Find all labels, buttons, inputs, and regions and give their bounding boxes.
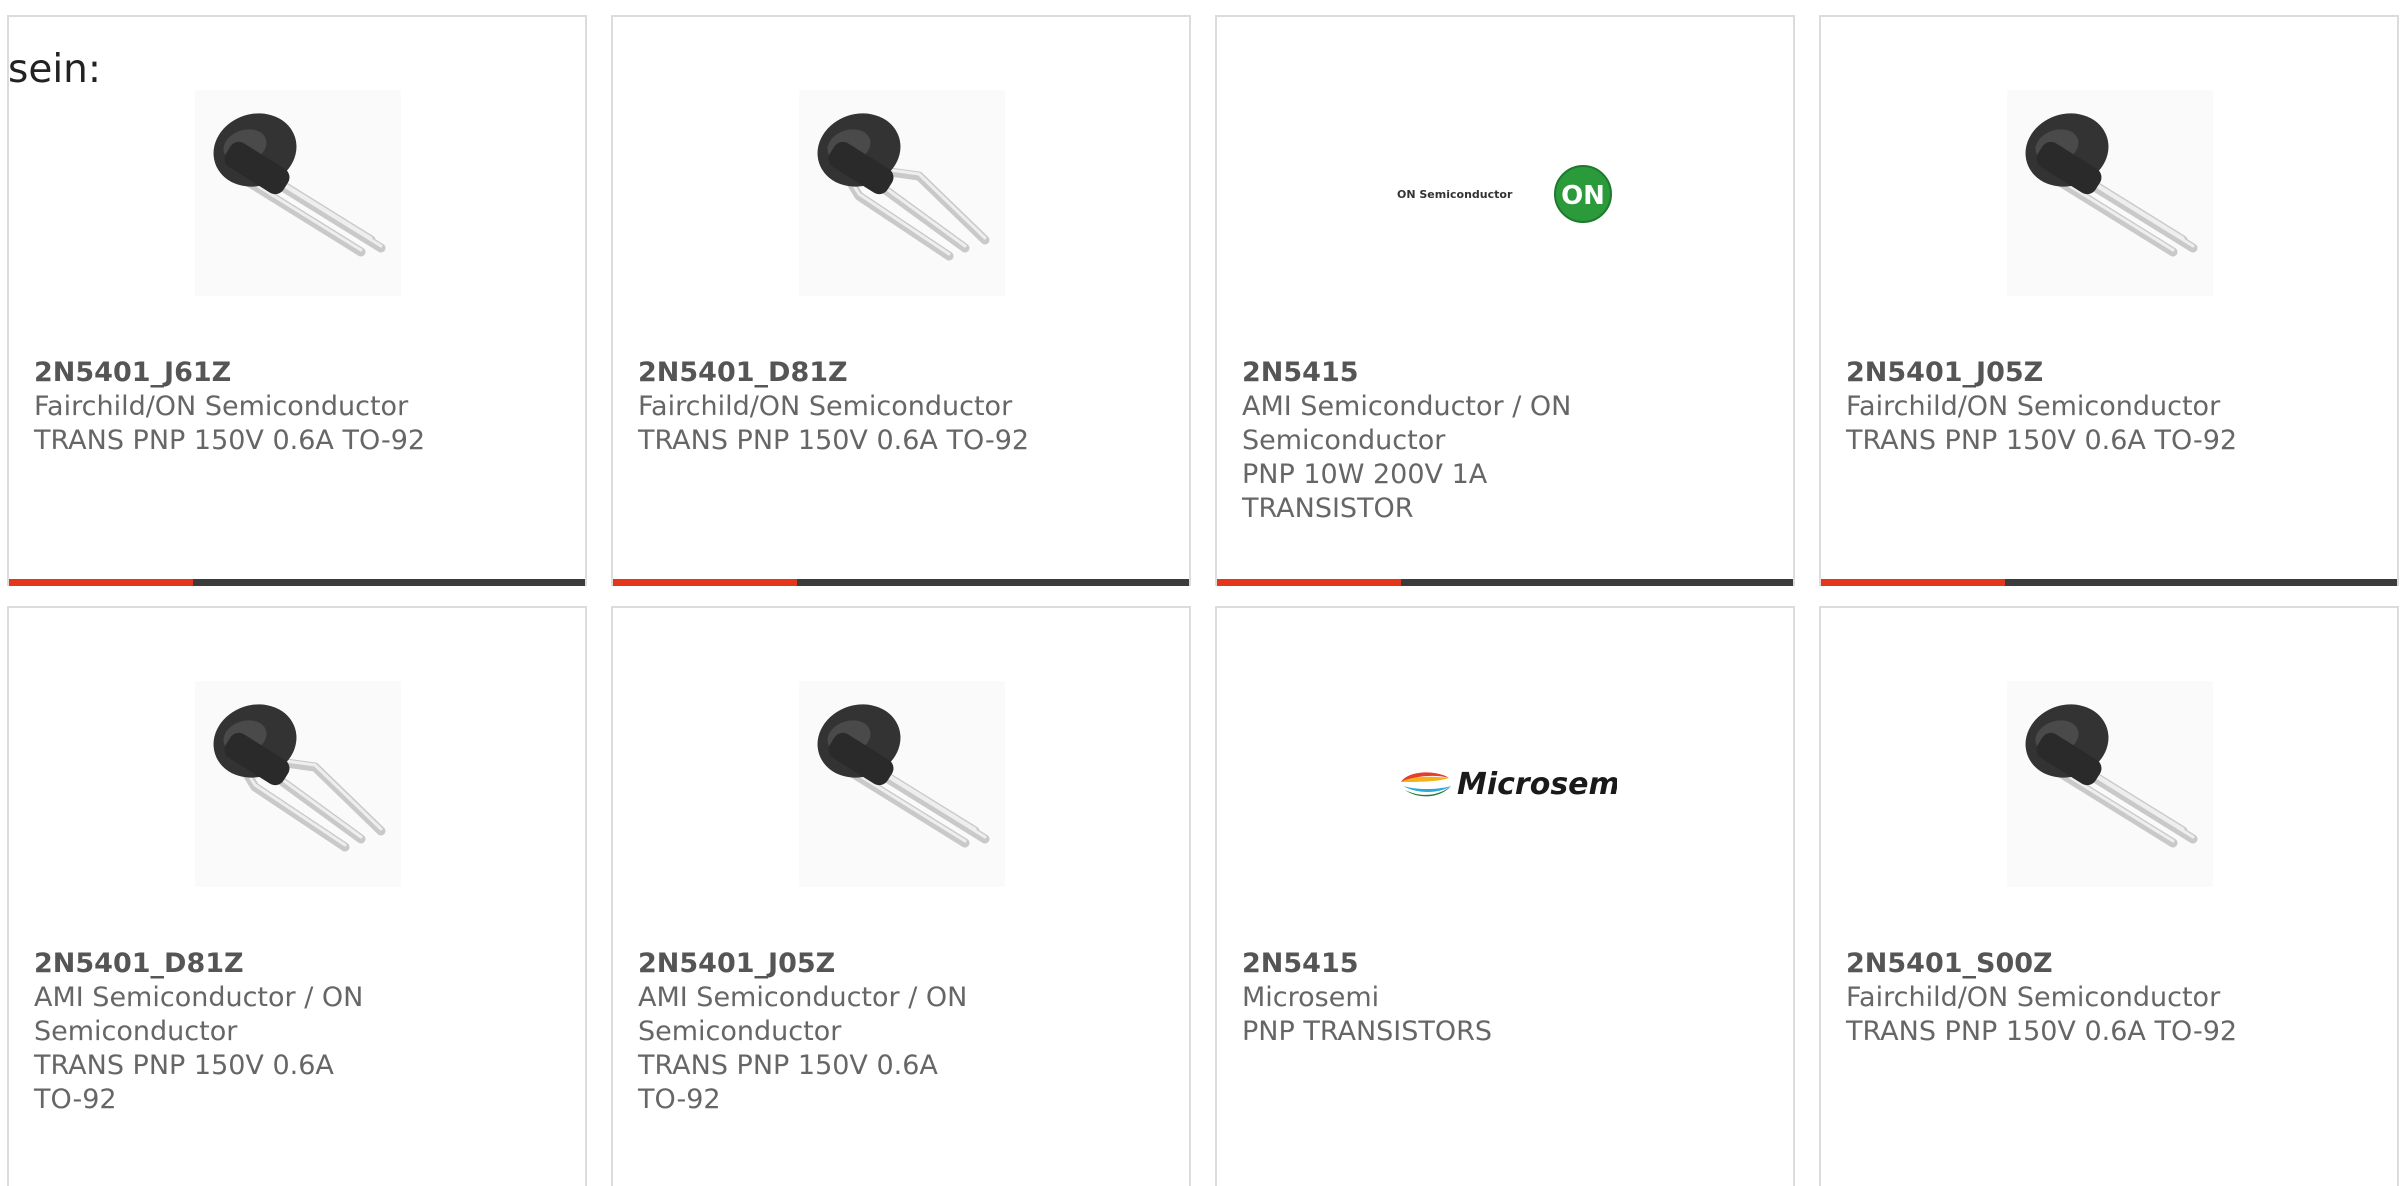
- product-description: TRANS PNP 150V 0.6A TO-92: [1846, 1016, 2238, 1047]
- manufacturer: Fairchild/ON Semiconductor: [638, 391, 1013, 422]
- logo-wordmark: Microsemi: [1457, 767, 1617, 802]
- product-image[interactable]: [195, 90, 401, 296]
- to92-transistor-bent-icon: [195, 681, 401, 887]
- product-description: TRANS PNP 150V 0.6A TO-92: [34, 425, 426, 456]
- card-progress-bar: [1217, 579, 1793, 586]
- card-progress-fill: [1217, 579, 1402, 586]
- product-card[interactable]: 2N5401_D81Z Fairchild/ON Semiconductor T…: [611, 15, 1191, 586]
- product-image[interactable]: [2007, 681, 2213, 887]
- product-card[interactable]: ON Semiconductor ON 2N5415 AMI Semicondu…: [1215, 15, 1795, 586]
- card-progress-fill: [9, 579, 194, 586]
- product-card[interactable]: 2N5401_S00Z Fairchild/ON Semiconductor T…: [1819, 606, 2399, 1186]
- manufacturer: Fairchild/ON Semiconductor: [1846, 982, 2221, 1013]
- part-number-link[interactable]: 2N5401_D81Z: [34, 947, 364, 981]
- product-info: 2N5401_J05Z AMI Semiconductor / ON Semic…: [638, 947, 968, 1117]
- card-progress-bar: [1821, 579, 2397, 586]
- product-image[interactable]: Microsemi: [1397, 681, 1617, 887]
- manufacturer: Fairchild/ON Semiconductor: [1846, 391, 2221, 422]
- logo-badge: ON: [1561, 181, 1605, 211]
- product-card[interactable]: 2N5401_D81Z AMI Semiconductor / ON Semic…: [7, 606, 587, 1186]
- product-info: 2N5415 Microsemi PNP TRANSISTORS: [1242, 947, 1742, 1049]
- product-image[interactable]: [195, 681, 401, 887]
- manufacturer: Microsemi: [1242, 982, 1380, 1013]
- manufacturer: AMI Semiconductor / ON Semiconductor: [1242, 391, 1572, 456]
- part-number-link[interactable]: 2N5415: [1242, 947, 1742, 981]
- manufacturer: AMI Semiconductor / ON Semiconductor: [34, 982, 364, 1047]
- product-description: PNP TRANSISTORS: [1242, 1016, 1493, 1047]
- part-number-link[interactable]: 2N5401_J61Z: [34, 356, 534, 390]
- to92-transistor-icon: [195, 90, 401, 296]
- product-info: 2N5401_J05Z Fairchild/ON Semiconductor T…: [1846, 356, 2346, 458]
- card-progress-fill: [1821, 579, 2006, 586]
- product-card[interactable]: 2N5401_J61Z Fairchild/ON Semiconductor T…: [7, 15, 587, 586]
- to92-transistor-icon: [2007, 90, 2213, 296]
- product-info: 2N5401_D81Z AMI Semiconductor / ON Semic…: [34, 947, 364, 1117]
- logo-wordmark: ON Semiconductor: [1397, 188, 1513, 201]
- card-progress-fill: [613, 579, 798, 586]
- product-image[interactable]: [799, 90, 1005, 296]
- product-grid: 2N5401_J61Z Fairchild/ON Semiconductor T…: [0, 0, 2400, 1186]
- product-description: TRANS PNP 150V 0.6A TO-92: [34, 1050, 334, 1115]
- part-number-link[interactable]: 2N5401_S00Z: [1846, 947, 2346, 981]
- on-semiconductor-logo: ON Semiconductor ON: [1397, 165, 1612, 223]
- product-info: 2N5415 AMI Semiconductor / ON Semiconduc…: [1242, 356, 1662, 526]
- product-info: 2N5401_S00Z Fairchild/ON Semiconductor T…: [1846, 947, 2346, 1049]
- product-card[interactable]: Microsemi 2N5415 Microsemi PNP TRANSISTO…: [1215, 606, 1795, 1186]
- product-image[interactable]: [799, 681, 1005, 887]
- product-info: 2N5401_J61Z Fairchild/ON Semiconductor T…: [34, 356, 534, 458]
- intro-text: sein:: [8, 47, 102, 92]
- product-description: TRANS PNP 150V 0.6A TO-92: [638, 1050, 938, 1115]
- manufacturer: Fairchild/ON Semiconductor: [34, 391, 409, 422]
- product-description: PNP 10W 200V 1A TRANSISTOR: [1242, 459, 1488, 524]
- microsemi-logo: Microsemi: [1401, 767, 1617, 802]
- product-card[interactable]: 2N5401_J05Z Fairchild/ON Semiconductor T…: [1819, 15, 2399, 586]
- card-progress-bar: [613, 579, 1189, 586]
- product-description: TRANS PNP 150V 0.6A TO-92: [638, 425, 1030, 456]
- product-description: TRANS PNP 150V 0.6A TO-92: [1846, 425, 2238, 456]
- product-image[interactable]: [2007, 90, 2213, 296]
- part-number-link[interactable]: 2N5401_D81Z: [638, 356, 1138, 390]
- manufacturer: AMI Semiconductor / ON Semiconductor: [638, 982, 968, 1047]
- part-number-link[interactable]: 2N5401_J05Z: [1846, 356, 2346, 390]
- card-progress-bar: [9, 579, 585, 586]
- to92-transistor-bent-icon: [799, 90, 1005, 296]
- to92-transistor-icon: [799, 681, 1005, 887]
- part-number-link[interactable]: 2N5415: [1242, 356, 1662, 390]
- product-info: 2N5401_D81Z Fairchild/ON Semiconductor T…: [638, 356, 1138, 458]
- product-image[interactable]: ON Semiconductor ON: [1387, 90, 1627, 296]
- product-card[interactable]: 2N5401_J05Z AMI Semiconductor / ON Semic…: [611, 606, 1191, 1186]
- to92-transistor-icon: [2007, 681, 2213, 887]
- part-number-link[interactable]: 2N5401_J05Z: [638, 947, 968, 981]
